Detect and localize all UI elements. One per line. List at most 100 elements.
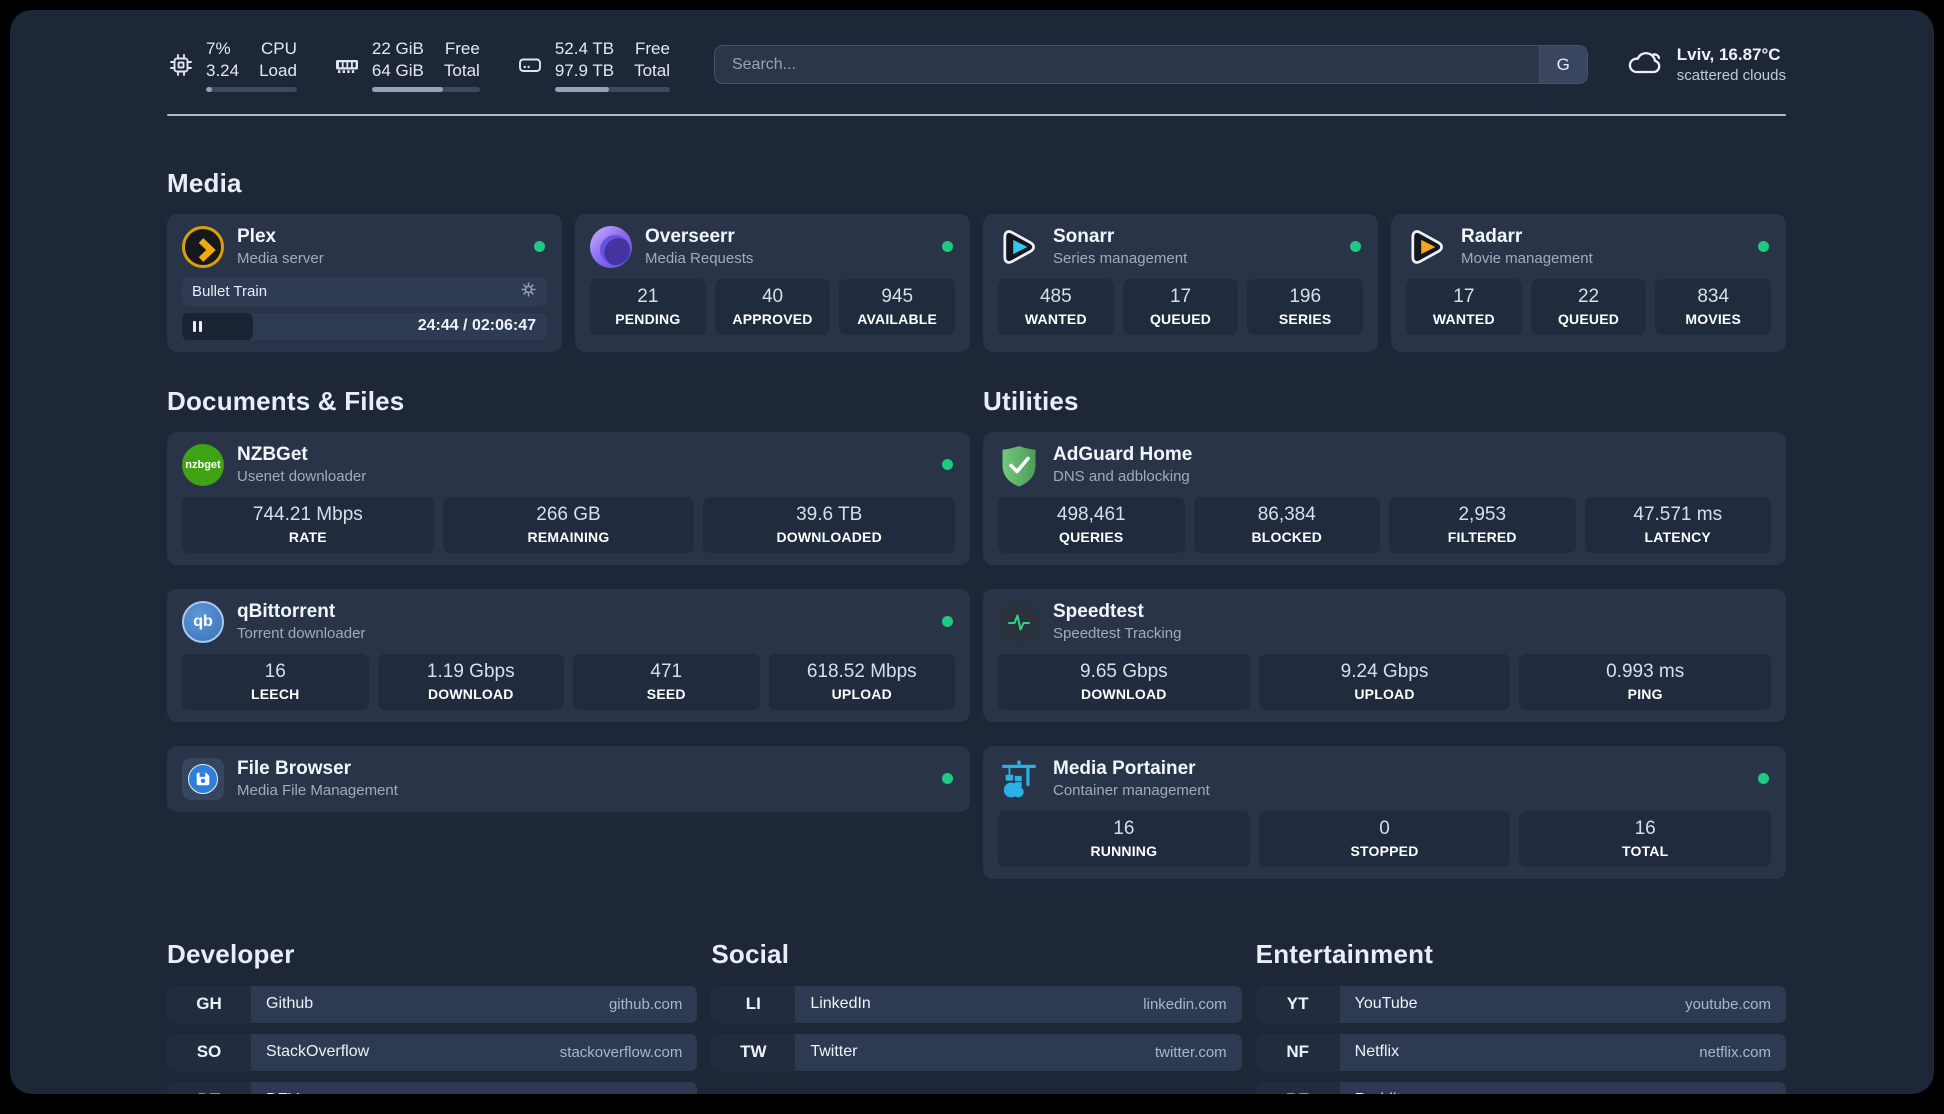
- service-link-overseerr[interactable]: Overseerr Media Requests: [590, 225, 955, 268]
- plex-icon: [182, 225, 224, 268]
- service-link-nzbget[interactable]: nzbget NZBGet Usenet downloader: [182, 443, 955, 486]
- bookmark-name: Netflix: [1354, 1043, 1400, 1060]
- memory-widget: 22 GiB Free 64 GiB Total: [333, 38, 480, 92]
- speedtest-icon: [998, 600, 1040, 643]
- portainer-icon: [998, 758, 1040, 800]
- service-card-qbittorrent: qb qBittorrent Torrent downloader 16 LEEC…: [167, 588, 970, 722]
- bookmark-url: youtube.com: [1685, 995, 1771, 1013]
- card-title: Overseerr: [645, 226, 735, 247]
- service-card-nzbget: nzbget NZBGet Usenet downloader 744.21 M…: [167, 431, 970, 565]
- service-card-overseerr: Overseerr Media Requests 21 PENDING 40 APP…: [575, 213, 970, 352]
- bookmark-netflix[interactable]: NF Netflix netflix.com: [1255, 1033, 1786, 1071]
- stat-wanted: 485 WANTED: [998, 278, 1114, 335]
- section-title-documents: Documents & Files: [167, 385, 405, 416]
- service-link-portainer[interactable]: Media Portainer Container management: [998, 758, 1771, 800]
- service-link-radarr[interactable]: Radarr Movie management: [1406, 226, 1771, 268]
- card-subtitle: Usenet downloader: [237, 468, 367, 485]
- search-input[interactable]: [714, 46, 1539, 84]
- dashboard: 7% CPU 3.24 Load 22 GiB Free 64 GiB Tota…: [10, 10, 1934, 1094]
- card-subtitle: DNS and adblocking: [1053, 468, 1190, 485]
- pause-icon[interactable]: [193, 320, 202, 332]
- gear-icon[interactable]: [520, 281, 537, 302]
- bookmark-youtube[interactable]: YT YouTube youtube.com: [1255, 985, 1786, 1023]
- bookmark-reddit[interactable]: RE Reddit reddit.com: [1255, 1081, 1786, 1095]
- section-documents: Documents & Files nzbget NZBGet Usenet d…: [167, 386, 970, 879]
- status-dot: [1758, 773, 1769, 784]
- bookmark-name: StackOverflow: [266, 1043, 370, 1060]
- search-provider-button[interactable]: G: [1538, 46, 1587, 84]
- bookmark-abbr: LI: [711, 985, 796, 1023]
- service-link-sonarr[interactable]: Sonarr Series management: [998, 226, 1363, 268]
- disk-total-label: Total: [634, 61, 670, 81]
- bookmark-abbr: DT: [167, 1081, 251, 1094]
- service-link-filebrowser[interactable]: File Browser Media File Management: [182, 757, 955, 800]
- card-title: qBittorrent: [237, 601, 336, 622]
- service-card-portainer: Media Portainer Container management 16 R…: [983, 745, 1786, 879]
- bookmark-dev[interactable]: DT DEV dev.to: [167, 1081, 698, 1094]
- status-dot: [942, 616, 953, 627]
- status-dot: [1758, 241, 1769, 252]
- stat-queued: 22 QUEUED: [1530, 278, 1647, 335]
- bookmark-github[interactable]: GH Github github.com: [167, 985, 698, 1023]
- card-subtitle: Media Requests: [645, 250, 754, 267]
- card-title: AdGuard Home: [1053, 444, 1193, 465]
- stat-downloaded: 39.6 TB DOWNLOADED: [703, 496, 956, 553]
- service-card-sonarr: Sonarr Series management 485 WANTED 17 QUE…: [983, 213, 1378, 352]
- stat-rate: 744.21 Mbps RATE: [182, 496, 434, 553]
- bookmark-abbr: GH: [167, 985, 251, 1023]
- bookmarks: Developer GH Github github.com SO StackOv…: [10, 938, 1934, 1095]
- overseerr-icon: [590, 225, 632, 268]
- card-subtitle: Media File Management: [237, 782, 398, 799]
- disk-icon: [516, 51, 544, 79]
- playback-progress: 24:44 / 02:06:47: [182, 312, 547, 340]
- stat-latency: 47.571 ms LATENCY: [1584, 496, 1771, 553]
- stat-total: 16 TOTAL: [1519, 810, 1772, 867]
- cpu-usage-label: CPU: [261, 39, 297, 58]
- radarr-icon: [1406, 226, 1448, 268]
- memory-total-value: 64 GiB: [371, 61, 424, 81]
- stat-upload: 9.24 Gbps UPLOAD: [1258, 653, 1511, 710]
- service-card-radarr: Radarr Movie management 17 WANTED 22 QUEUE…: [1391, 213, 1786, 352]
- stat-leech: 16 LEECH: [182, 653, 369, 710]
- adguard-icon: [998, 444, 1040, 486]
- sonarr-icon: [998, 226, 1040, 268]
- memory-free-label: Free: [444, 39, 480, 58]
- service-link-qbittorrent[interactable]: qb qBittorrent Torrent downloader: [182, 600, 955, 643]
- service-link-plex[interactable]: Plex Media server: [182, 225, 547, 268]
- bookmark-abbr: NF: [1255, 1033, 1340, 1071]
- stat-movies: 834 MOVIES: [1655, 278, 1772, 335]
- section-title-utilities: Utilities: [983, 385, 1079, 416]
- service-card-plex: Plex Media server Bullet Train 24:44 / 0…: [167, 213, 562, 352]
- service-link-adguard[interactable]: AdGuard Home DNS and adblocking: [998, 444, 1771, 486]
- bookmark-url: reddit.com: [1701, 1092, 1771, 1095]
- bookmark-name: YouTube: [1354, 995, 1418, 1012]
- weather-widget: Lviv, 16.87°C scattered clouds: [1626, 45, 1786, 84]
- bookmark-linkedin[interactable]: LI LinkedIn linkedin.com: [711, 985, 1242, 1023]
- cpu-progress-fill: [206, 86, 213, 92]
- bookmark-abbr: TW: [711, 1033, 796, 1071]
- bookmark-twitter[interactable]: TW Twitter twitter.com: [711, 1033, 1242, 1071]
- status-dot: [1350, 241, 1361, 252]
- stat-approved: 40 APPROVED: [714, 278, 831, 335]
- memory-progress-fill: [371, 86, 444, 92]
- bookmark-stackoverflow[interactable]: SO StackOverflow stackoverflow.com: [167, 1033, 698, 1071]
- disk-widget: 52.4 TB Free 97.9 TB Total: [516, 38, 670, 92]
- service-link-speedtest[interactable]: Speedtest Speedtest Tracking: [998, 600, 1771, 643]
- stat-download: 1.19 Gbps DOWNLOAD: [377, 653, 564, 710]
- filebrowser-icon: [182, 757, 224, 800]
- qbittorrent-icon: qb: [182, 600, 224, 643]
- bookmark-name: Reddit: [1355, 1091, 1401, 1094]
- bookmark-group-developer: Developer GH Github github.com SO StackOv…: [167, 939, 698, 1094]
- bookmark-url: stackoverflow.com: [559, 1043, 683, 1061]
- status-dot: [534, 241, 545, 252]
- stat-remaining: 266 GB REMAINING: [442, 496, 695, 553]
- bookmark-name: Github: [266, 995, 314, 1012]
- bookmark-url: linkedin.com: [1143, 995, 1227, 1013]
- card-title: NZBGet: [237, 444, 308, 465]
- bookmark-abbr: RE: [1255, 1081, 1340, 1094]
- cpu-progress-track: [206, 86, 297, 92]
- card-title: Sonarr: [1053, 226, 1115, 247]
- bookmark-name: DEV: [266, 1091, 299, 1094]
- section-title-entertainment: Entertainment: [1255, 938, 1434, 969]
- weather-condition: scattered clouds: [1676, 67, 1786, 85]
